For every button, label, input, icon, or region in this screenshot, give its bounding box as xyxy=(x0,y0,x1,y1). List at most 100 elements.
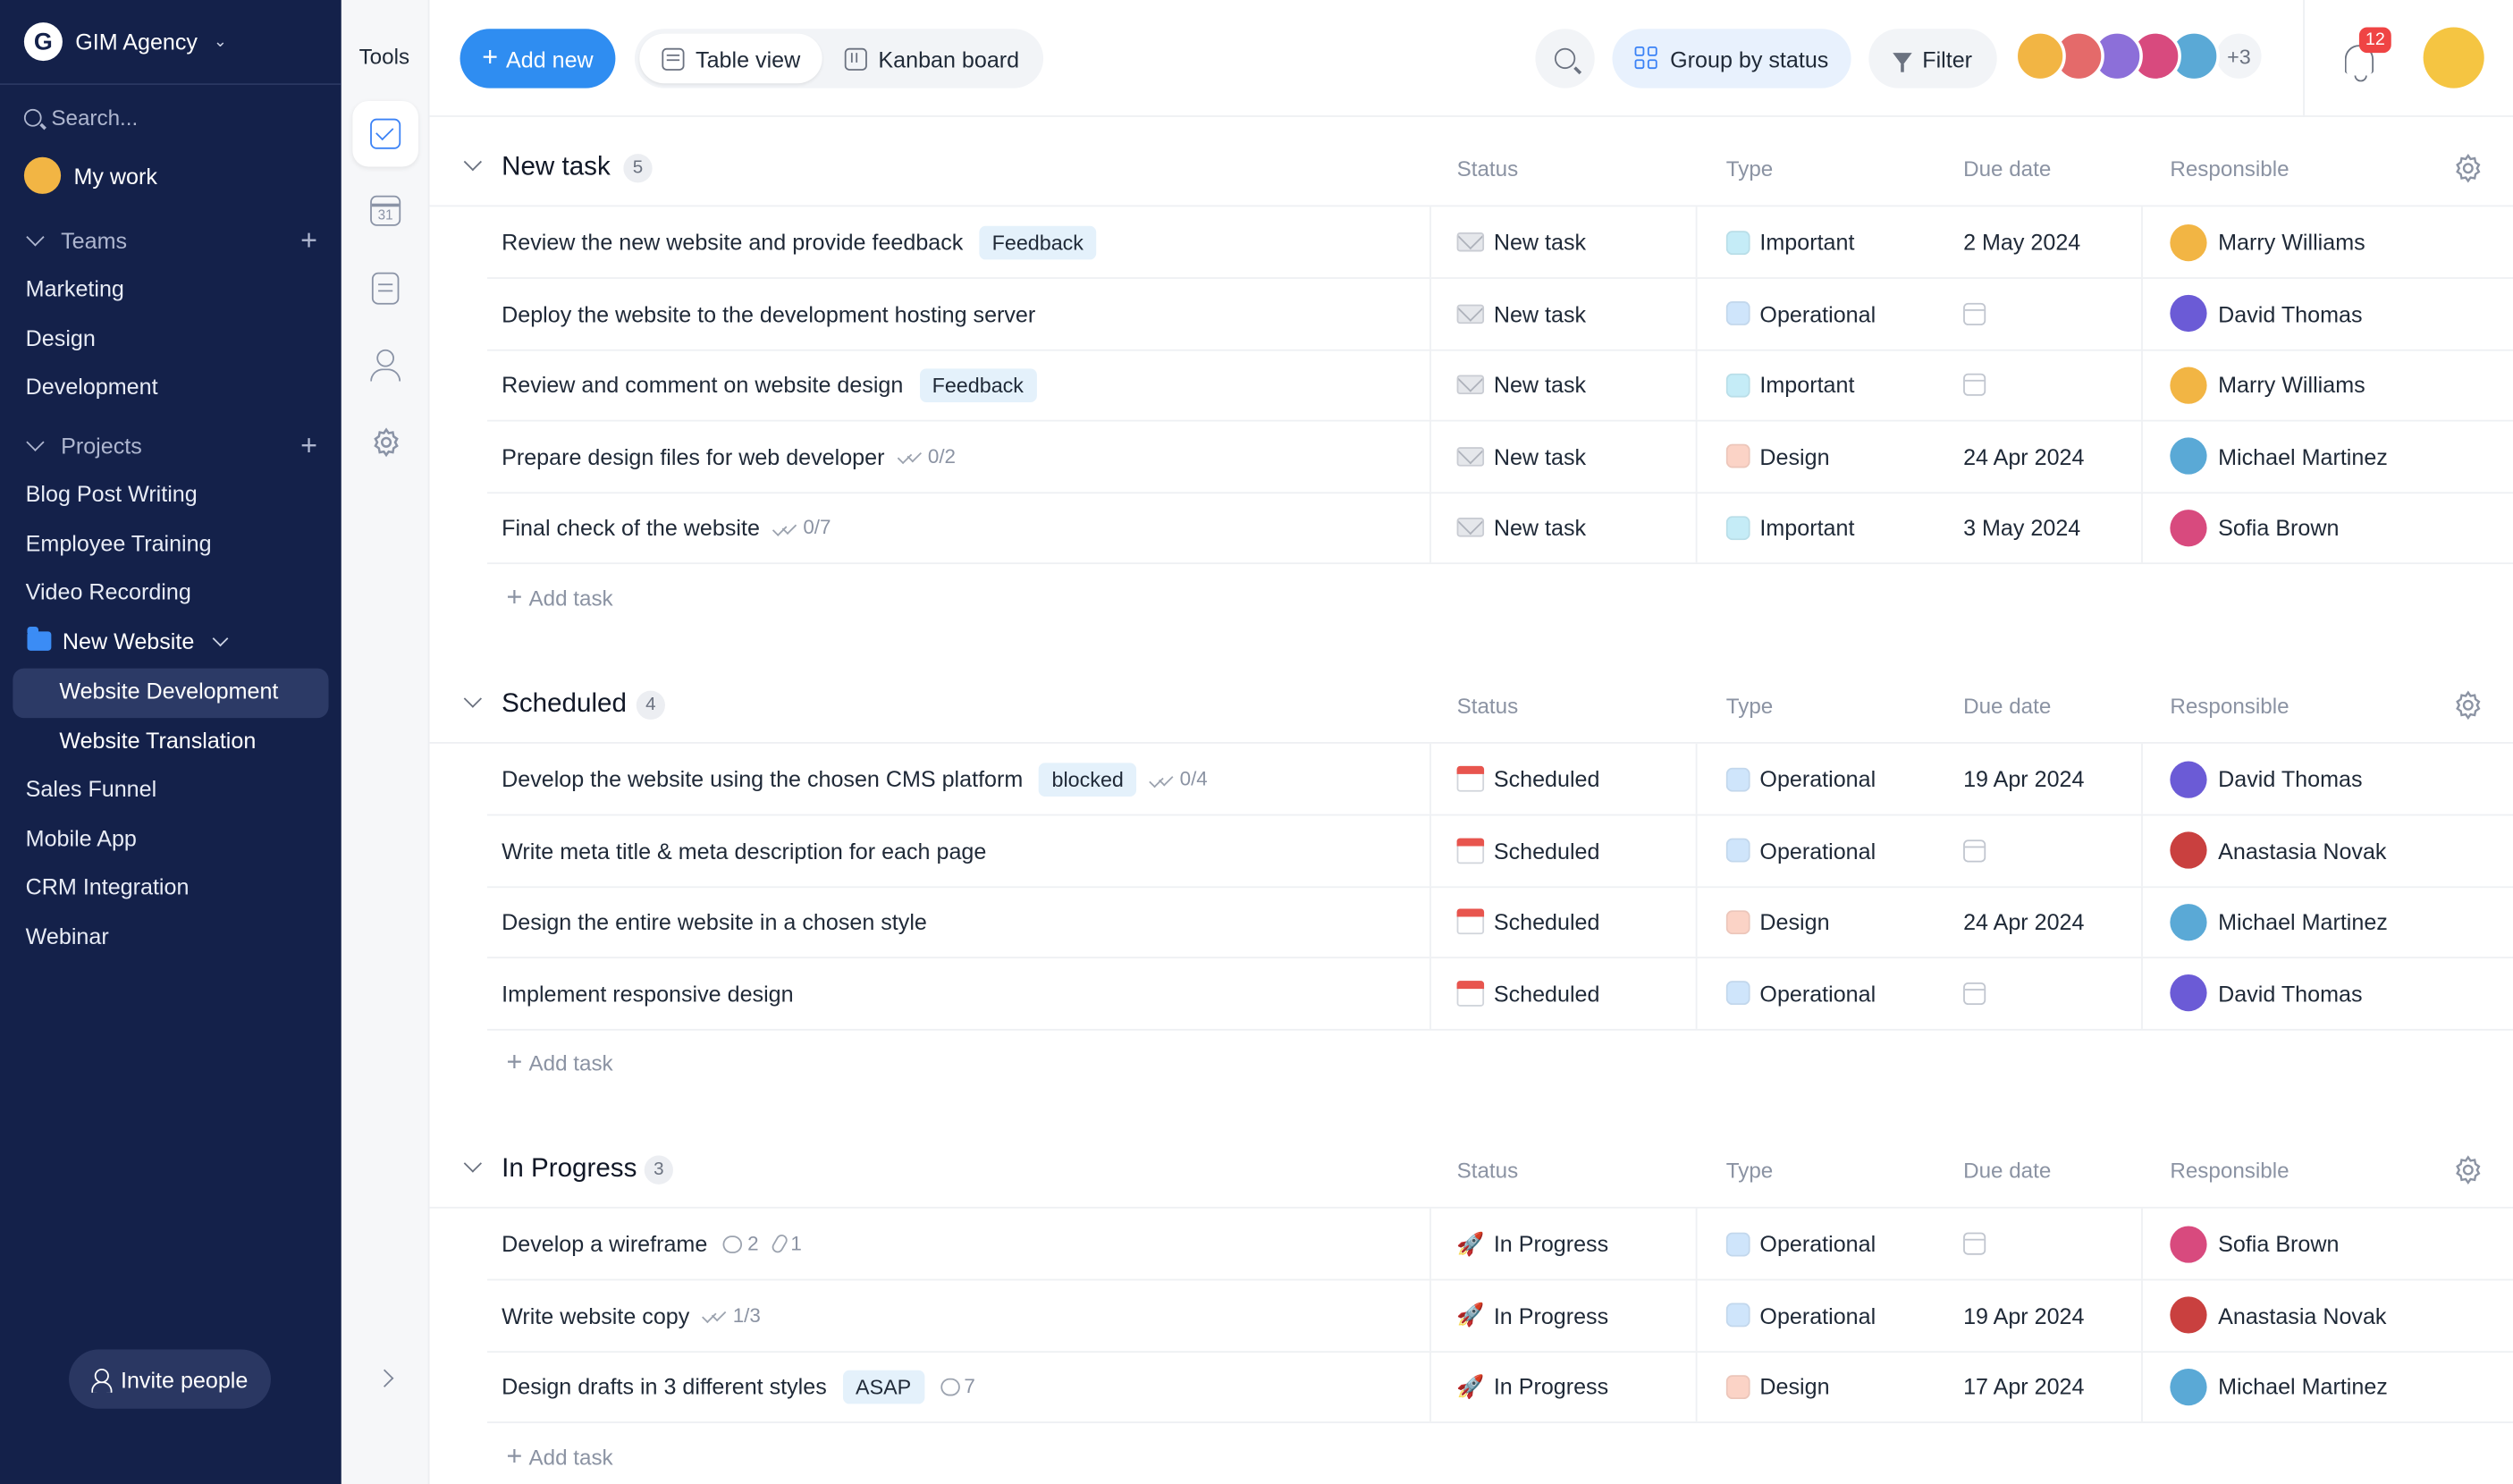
tab-table-view[interactable]: Table view xyxy=(639,33,823,84)
filter-button[interactable]: Filter xyxy=(1868,29,1997,89)
type-cell[interactable]: Important xyxy=(1725,492,1854,562)
user-avatar[interactable] xyxy=(2423,27,2484,89)
task-name-cell[interactable]: Final check of the website 0/7 xyxy=(502,492,831,562)
status-cell[interactable]: New task xyxy=(1456,207,1586,277)
task-name-cell[interactable]: Write website copy 1/3 xyxy=(502,1279,761,1350)
chevron-down-icon[interactable] xyxy=(463,152,482,172)
sidebar-item-project[interactable]: CRM Integration xyxy=(26,874,190,900)
member-avatar[interactable] xyxy=(2014,30,2066,82)
type-cell[interactable]: Operational xyxy=(1725,278,1876,349)
task-name-cell[interactable]: Prepare design files for web developer 0/… xyxy=(502,421,956,492)
responsible-cell[interactable]: Marry Williams xyxy=(2170,350,2365,420)
status-cell[interactable]: New task xyxy=(1456,421,1586,492)
gear-icon[interactable] xyxy=(2452,689,2484,721)
status-cell[interactable]: Scheduled xyxy=(1456,957,1599,1028)
task-name-cell[interactable]: Deploy the website to the development ho… xyxy=(502,278,1035,349)
sidebar-item-team[interactable]: Design xyxy=(26,325,96,350)
invite-people-button[interactable]: Invite people xyxy=(69,1349,271,1409)
table-row[interactable]: Deploy the website to the development ho… xyxy=(486,278,2513,350)
status-cell[interactable]: Scheduled xyxy=(1456,886,1599,957)
member-avatars[interactable]: +3 xyxy=(2014,30,2265,82)
gear-icon[interactable] xyxy=(2452,1154,2484,1186)
responsible-cell[interactable]: Anastasia Novak xyxy=(2170,1279,2386,1350)
due-date-cell[interactable] xyxy=(1963,1209,1986,1279)
group-by-status-button[interactable]: Group by status xyxy=(1612,29,1851,89)
task-name-cell[interactable]: Review and comment on website design Feed… xyxy=(502,350,1037,420)
sidebar-item-team[interactable]: Marketing xyxy=(26,275,124,301)
sidebar-item-project[interactable]: Blog Post Writing xyxy=(26,481,198,507)
task-name-cell[interactable]: Design the entire website in a chosen st… xyxy=(502,886,927,957)
sidebar-item-project[interactable]: Video Recording xyxy=(26,579,191,605)
due-date-cell[interactable] xyxy=(1963,815,1986,886)
table-row[interactable]: Design drafts in 3 different styles ASAP 7… xyxy=(486,1351,2513,1423)
calendar-tool-button[interactable]: 31 xyxy=(352,178,418,244)
responsible-cell[interactable]: David Thomas xyxy=(2170,278,2363,349)
status-cell[interactable]: New task xyxy=(1456,492,1586,562)
add-new-button[interactable]: + Add new xyxy=(460,29,616,89)
due-date-cell[interactable] xyxy=(1963,957,1986,1028)
due-date-cell[interactable]: 24 Apr 2024 xyxy=(1963,421,2084,492)
due-date-cell[interactable] xyxy=(1963,350,1986,420)
type-cell[interactable]: Design xyxy=(1725,1351,1830,1421)
type-cell[interactable]: Operational xyxy=(1725,1279,1876,1350)
due-date-cell[interactable]: 19 Apr 2024 xyxy=(1963,744,2084,814)
due-date-cell[interactable] xyxy=(1963,278,1986,349)
chevron-down-icon[interactable] xyxy=(463,1154,482,1173)
status-cell[interactable]: 🚀 In Progress xyxy=(1456,1351,1608,1421)
table-row[interactable]: Final check of the website 0/7 New task Imp… xyxy=(486,492,2513,565)
tasks-tool-button[interactable] xyxy=(352,100,418,167)
responsible-cell[interactable]: Sofia Brown xyxy=(2170,1209,2339,1279)
workspace-switcher[interactable]: G GIM Agency ⌄ xyxy=(23,21,227,63)
sidebar-item-team[interactable]: Development xyxy=(26,374,158,400)
type-cell[interactable]: Operational xyxy=(1725,957,1876,1028)
sidebar-folder-new-website[interactable]: New Website xyxy=(27,626,229,653)
table-row[interactable]: Review the new website and provide feedb… xyxy=(486,207,2513,279)
table-row[interactable]: Implement responsive design Scheduled Oper… xyxy=(486,957,2513,1030)
task-tag[interactable]: Feedback xyxy=(919,367,1037,402)
due-date-cell[interactable]: 19 Apr 2024 xyxy=(1963,1279,2084,1350)
status-cell[interactable]: New task xyxy=(1456,350,1586,420)
table-row[interactable]: Develop a wireframe 2 1 🚀 In Progress Operati… xyxy=(486,1208,2513,1281)
table-row[interactable]: Write meta title & meta description for … xyxy=(486,814,2513,888)
task-name-cell[interactable]: Design drafts in 3 different styles ASAP 7 xyxy=(502,1351,975,1421)
sidebar-item-subproject[interactable]: Website Translation xyxy=(59,727,256,753)
tab-kanban-board[interactable]: Kanban board xyxy=(822,34,1042,84)
responsible-cell[interactable]: David Thomas xyxy=(2170,744,2363,814)
type-cell[interactable]: Operational xyxy=(1725,744,1876,814)
type-cell[interactable]: Important xyxy=(1725,207,1854,277)
task-name-cell[interactable]: Write meta title & meta description for … xyxy=(502,815,986,886)
gear-icon[interactable] xyxy=(2452,152,2484,184)
table-row[interactable]: Design the entire website in a chosen st… xyxy=(486,886,2513,959)
task-tag[interactable]: Feedback xyxy=(979,224,1097,259)
add-team-icon[interactable]: + xyxy=(300,226,317,255)
table-row[interactable]: Review and comment on website design Feed… xyxy=(486,349,2513,422)
task-name-cell[interactable]: Review the new website and provide feedb… xyxy=(502,207,1097,277)
due-date-cell[interactable]: 17 Apr 2024 xyxy=(1963,1351,2084,1421)
add-task-button[interactable]: + Add task xyxy=(507,1048,613,1075)
status-cell[interactable]: 🚀 In Progress xyxy=(1456,1279,1608,1350)
responsible-cell[interactable]: Marry Williams xyxy=(2170,207,2365,277)
responsible-cell[interactable]: David Thomas xyxy=(2170,957,2363,1028)
task-tag[interactable]: ASAP xyxy=(842,1369,924,1404)
status-cell[interactable]: New task xyxy=(1456,278,1586,349)
type-cell[interactable]: Important xyxy=(1725,350,1854,420)
sidebar-search[interactable]: Search... xyxy=(23,105,138,130)
type-cell[interactable]: Design xyxy=(1725,886,1830,957)
sidebar-item-project[interactable]: Sales Funnel xyxy=(26,776,156,802)
add-task-button[interactable]: + Add task xyxy=(507,1442,613,1469)
sidebar-item-project[interactable]: Employee Training xyxy=(26,530,212,556)
task-name-cell[interactable]: Develop a wireframe 2 1 xyxy=(502,1209,802,1279)
task-tag[interactable]: blocked xyxy=(1039,762,1137,797)
table-row[interactable]: Develop the website using the chosen CMS… xyxy=(486,743,2513,816)
search-button[interactable] xyxy=(1535,29,1595,89)
due-date-cell[interactable]: 3 May 2024 xyxy=(1963,492,2080,562)
type-cell[interactable]: Design xyxy=(1725,421,1830,492)
responsible-cell[interactable]: Sofia Brown xyxy=(2170,492,2339,562)
docs-tool-button[interactable] xyxy=(352,255,418,321)
sidebar-item-project[interactable]: Webinar xyxy=(26,923,109,949)
responsible-cell[interactable]: Anastasia Novak xyxy=(2170,815,2386,886)
table-row[interactable]: Prepare design files for web developer 0/… xyxy=(486,420,2513,493)
type-cell[interactable]: Operational xyxy=(1725,1209,1876,1279)
responsible-cell[interactable]: Michael Martinez xyxy=(2170,421,2388,492)
task-name-cell[interactable]: Implement responsive design xyxy=(502,957,793,1028)
